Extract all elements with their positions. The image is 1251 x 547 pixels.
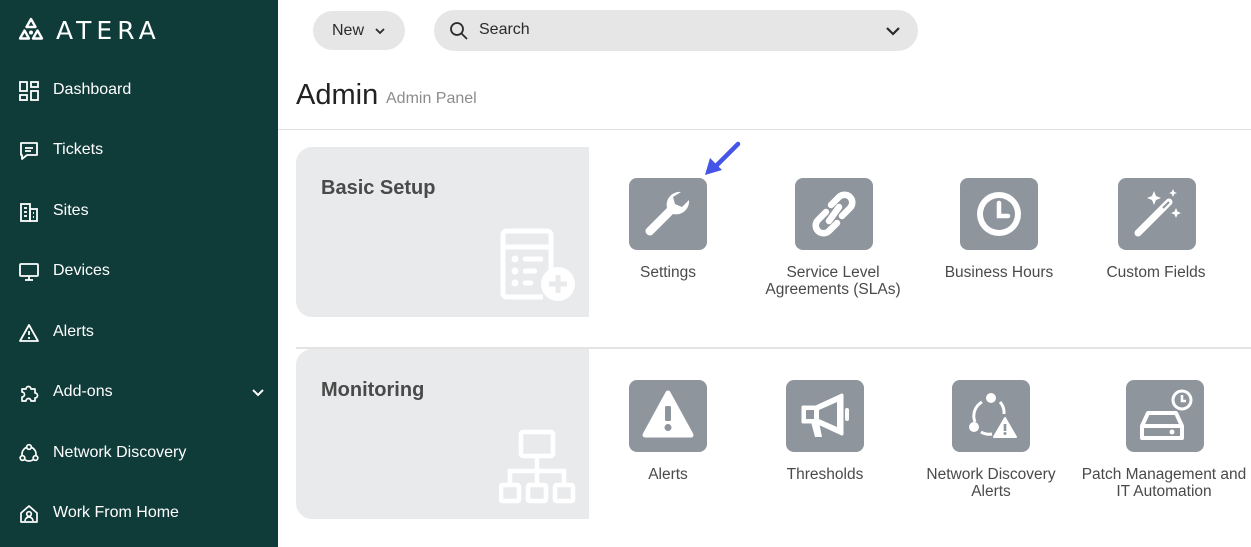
atera-logo-icon <box>18 17 44 40</box>
tile-icon-box <box>1118 178 1196 250</box>
link-icon <box>812 191 856 237</box>
sites-icon <box>20 203 38 222</box>
sidebar-item-dashboard[interactable]: Dashboard <box>0 70 278 110</box>
tile-label: Custom Fields <box>1106 264 1206 281</box>
tile-icon-box <box>1126 380 1204 452</box>
megaphone-icon <box>801 393 849 437</box>
addons-icon <box>21 385 39 402</box>
sidebar: ATERA Dashboard Tickets Sites Devices Al… <box>0 0 278 547</box>
sidebar-item-sites[interactable]: Sites <box>0 191 278 231</box>
tile-slas[interactable]: Service Level Agreements (SLAs) <box>753 178 913 308</box>
tile-label: Patch Management and IT Automation <box>1081 466 1247 500</box>
tile-icon-box <box>786 380 864 452</box>
tile-icon-box <box>952 380 1030 452</box>
tile-custom-fields[interactable]: Custom Fields <box>1076 178 1236 308</box>
page-title: Admin <box>296 79 379 111</box>
sidebar-item-work-from-home[interactable]: Work From Home <box>0 493 278 533</box>
devices-icon <box>19 263 39 281</box>
form-add-icon <box>500 228 575 301</box>
sidebar-item-label: Network Discovery <box>53 444 187 461</box>
section-title: Basic Setup <box>321 177 436 199</box>
sidebar-item-devices[interactable]: Devices <box>0 251 278 291</box>
section-card-monitoring: Monitoring <box>296 349 589 519</box>
sidebar-item-addons[interactable]: Add-ons <box>0 372 278 412</box>
work-from-home-icon <box>20 505 38 523</box>
tile-patch-management[interactable]: Patch Management and IT Automation <box>1082 380 1246 510</box>
alerts-icon <box>19 324 39 342</box>
section-card-basic-setup: Basic Setup <box>296 147 589 317</box>
sidebar-item-label: Alerts <box>53 323 94 340</box>
patch-management-icon <box>1140 388 1194 440</box>
sidebar-item-label: Tickets <box>53 141 104 158</box>
sidebar-item-label: Dashboard <box>53 81 132 98</box>
search-icon <box>450 22 468 40</box>
search-placeholder: Search <box>479 21 530 38</box>
chevron-down-icon[interactable] <box>250 386 266 400</box>
network-alert-icon <box>969 393 1017 438</box>
network-discovery-icon <box>19 443 39 462</box>
tile-alerts[interactable]: Alerts <box>588 380 748 510</box>
tile-label: Network Discovery Alerts <box>926 466 1056 500</box>
tile-thresholds[interactable]: Thresholds <box>745 380 905 510</box>
tickets-icon <box>20 142 38 160</box>
sidebar-item-label: Devices <box>53 262 110 279</box>
sidebar-item-tickets[interactable]: Tickets <box>0 130 278 170</box>
tile-settings[interactable]: Settings <box>588 178 748 308</box>
network-hierarchy-icon <box>499 429 576 504</box>
tile-icon-box <box>629 178 707 250</box>
chevron-down-icon[interactable] <box>885 24 901 38</box>
sidebar-item-label: Sites <box>53 202 89 219</box>
tile-business-hours[interactable]: Business Hours <box>919 178 1079 308</box>
tile-network-discovery-alerts[interactable]: Network Discovery Alerts <box>911 380 1071 510</box>
tile-icon-box <box>795 178 873 250</box>
brand-logo[interactable]: ATERA <box>18 15 161 45</box>
tile-icon-box <box>960 178 1038 250</box>
search-input[interactable]: Search <box>434 10 918 51</box>
new-button-label: New <box>332 21 365 39</box>
page-subtitle: Admin Panel <box>386 90 477 107</box>
sidebar-item-alerts[interactable]: Alerts <box>0 312 278 352</box>
wrench-icon <box>645 191 690 236</box>
new-button[interactable]: New <box>313 11 405 50</box>
tile-label: Service Level Agreements (SLAs) <box>765 264 901 298</box>
section-title: Monitoring <box>321 379 425 401</box>
dashboard-icon <box>19 81 39 101</box>
tile-label: Alerts <box>648 466 688 483</box>
sidebar-item-label: Work From Home <box>53 504 179 521</box>
sidebar-item-network-discovery[interactable]: Network Discovery <box>0 433 278 473</box>
clock-icon <box>977 192 1021 236</box>
sidebar-item-label: Add-ons <box>53 383 113 400</box>
annotation-arrow <box>705 141 741 175</box>
tile-label: Settings <box>639 264 696 281</box>
header-divider <box>278 129 1251 130</box>
magic-wand-icon <box>1134 189 1181 237</box>
tile-label: Thresholds <box>786 466 864 483</box>
tile-icon-box <box>629 380 707 452</box>
tile-label: Business Hours <box>944 264 1054 281</box>
chevron-down-icon <box>375 27 385 34</box>
brand-name: ATERA <box>56 15 161 45</box>
main-content: New Search Admin Admin Panel Basic Setup <box>278 0 1251 547</box>
warning-icon <box>642 390 694 438</box>
